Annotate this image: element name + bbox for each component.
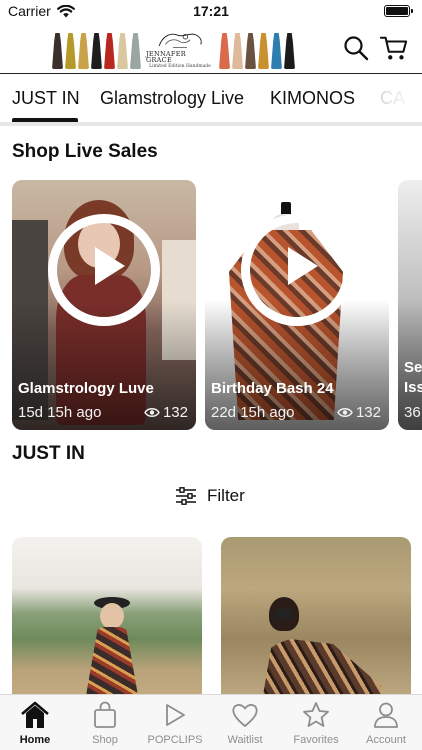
status-bar: Carrier 17:21 [0,0,422,22]
eye-icon [337,408,353,417]
heart-icon [232,704,258,727]
dress-thumb [284,33,295,69]
dress-thumb [52,33,63,69]
dress-thumb [258,33,269,69]
carrier-label: Carrier [8,3,51,19]
sunglasses [275,609,293,619]
filter-button[interactable]: Filter [175,484,245,508]
brand-logo[interactable]: JENNAFER GRACE Limited Edition Handmade [52,27,324,69]
bottom-tab-bar: Home Shop POPCLIPS Waitlist Favorites Ac… [0,694,422,750]
category-tabs: JUST IN Glamstrology Live KIMONOS CA [0,74,422,126]
live-card-view-count: 132 [355,404,381,421]
tab-glamstrology-live[interactable]: Glamstrology Live [100,88,244,109]
live-card-views: 132 [144,404,188,421]
live-card[interactable]: Se Iss 36 [398,180,422,430]
live-card-title: Birthday Bash 24 [211,380,334,397]
live-card-views: 132 [337,404,381,421]
live-card-age: 15d 15h ago [18,404,102,421]
just-in-title: JUST IN [12,443,85,464]
nav-favorites[interactable]: Favorites [281,695,351,750]
app-header: JENNAFER GRACE Limited Edition Handmade [0,22,422,74]
dress-thumb [271,33,282,69]
live-card-title: Glamstrology Luve [18,380,154,397]
dress-thumb [65,33,76,69]
dress-thumb [117,33,128,69]
live-card-meta: 15d 15h ago 132 [18,404,188,421]
live-card[interactable]: Glamstrology Luve 15d 15h ago 132 [12,180,196,430]
status-left: Carrier [8,3,75,19]
dress-thumb [104,33,115,69]
live-card-meta: 36 [404,404,422,421]
live-card-age: 36 [404,404,421,421]
wifi-icon [56,4,75,17]
logo-name: JENNAFER GRACE [146,49,186,65]
dress-thumb [130,33,141,69]
nav-shop[interactable]: Shop [70,695,140,750]
logo-mark-icon [158,33,202,48]
cart-icon[interactable] [380,34,408,62]
sliders-icon [176,487,196,505]
live-sales-carousel[interactable]: Glamstrology Luve 15d 15h ago 132 Birthd… [0,180,422,432]
live-sales-title: Shop Live Sales [12,141,158,162]
nav-label: Shop [92,734,118,746]
bag-icon [94,701,116,728]
product-card[interactable] [12,537,202,707]
dress-thumb [91,33,102,69]
tab-just-in[interactable]: JUST IN [12,88,80,109]
logo-subtitle: Limited Edition Handmade [149,63,211,69]
tab-kimonos[interactable]: KIMONOS [270,88,355,109]
live-card-meta: 22d 15h ago 132 [211,404,381,421]
nav-label: Account [366,734,406,746]
battery-icon [384,5,413,17]
live-card-view-count: 132 [162,404,188,421]
product-card[interactable] [221,537,411,707]
nav-popclips[interactable]: POPCLIPS [140,695,210,750]
person-icon [374,702,398,728]
dress-thumb [78,33,89,69]
dress-thumb [245,33,256,69]
model-face [100,603,124,629]
play-icon [166,704,185,726]
search-icon[interactable] [342,34,370,62]
nav-home[interactable]: Home [0,695,70,750]
home-icon [21,701,49,728]
eye-icon [144,408,160,417]
nav-label: Home [19,734,51,746]
nav-label: Waitlist [227,734,263,746]
filter-label: Filter [207,486,245,505]
tab-active-indicator [12,118,78,122]
nav-label: Favorites [293,734,339,746]
play-icon[interactable] [48,214,160,326]
nav-waitlist[interactable]: Waitlist [210,695,280,750]
live-card-age: 22d 15h ago [211,404,295,421]
live-card-title: Se Iss [404,359,422,396]
dress-thumb [219,33,230,69]
star-icon [303,702,329,727]
nav-account[interactable]: Account [351,695,421,750]
dress-thumb [232,33,243,69]
tab-ca[interactable]: CA [380,88,405,109]
logo-badge: JENNAFER GRACE Limited Edition Handmade [146,29,214,69]
play-icon[interactable] [241,214,353,326]
live-card[interactable]: Birthday Bash 24 22d 15h ago 132 [205,180,389,430]
nav-label: POPCLIPS [147,734,203,746]
